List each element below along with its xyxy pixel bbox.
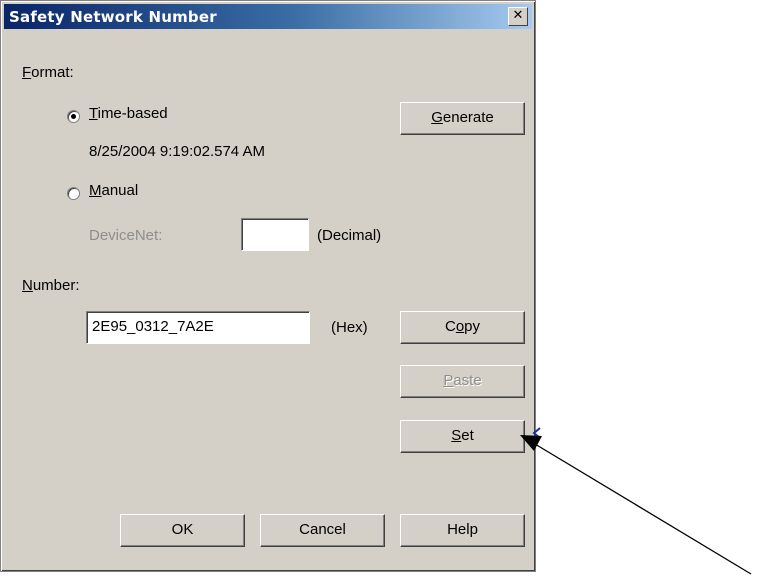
arrow-line <box>534 443 752 575</box>
arrowhead-icon <box>520 435 542 451</box>
annotation-arrow <box>520 427 752 575</box>
